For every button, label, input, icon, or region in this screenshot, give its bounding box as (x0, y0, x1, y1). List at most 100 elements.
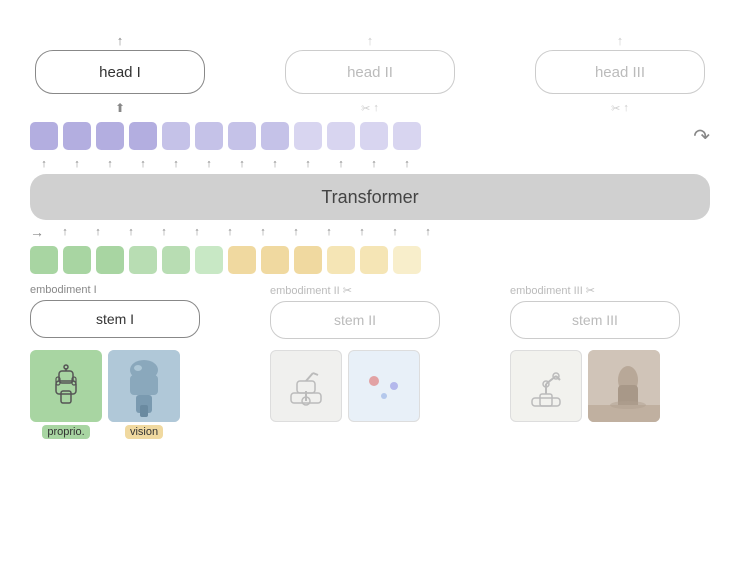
barr12: ↑ (414, 226, 442, 238)
purple-token-9 (294, 122, 322, 150)
embodiment-III-proprio-group (510, 350, 582, 422)
purple-token-11 (360, 122, 388, 150)
embodiment-III-cut: ✂ (586, 284, 595, 297)
green-token-4 (129, 246, 157, 274)
embodiment-II-proprio-group (270, 350, 342, 422)
yellow-token-4 (327, 246, 355, 274)
images-row: proprio. vision (30, 350, 710, 439)
green-token-1 (30, 246, 58, 274)
transformer-label: Transformer (321, 187, 418, 208)
green-token-6 (195, 246, 223, 274)
vision-image-group: vision (108, 350, 180, 439)
head-III-cut-symbol: ✂ (611, 102, 620, 115)
stem-I-box: stem I (30, 300, 200, 338)
stem-III-label: stem III (572, 312, 618, 328)
purple-token-4 (129, 122, 157, 150)
yellow-token-1 (228, 246, 256, 274)
below-transformer-arrows: → ↑ ↑ ↑ ↑ ↑ ↑ ↑ ↑ ↑ ↑ ↑ ↑ (30, 224, 710, 240)
barr2: ↑ (84, 226, 112, 238)
barr3: ↑ (117, 226, 145, 238)
yellow-token-3 (294, 246, 322, 274)
head-II-up-arrow: ↑ (367, 33, 374, 48)
stem-III-box: stem III (510, 301, 680, 339)
scene-icon (588, 350, 660, 422)
head-I-connector: ⬆ (115, 101, 125, 115)
purple-token-12 (393, 122, 421, 150)
proprio-label: proprio. (42, 425, 89, 439)
yellow-token-5 (360, 246, 388, 274)
embodiment-II-vision-image (348, 350, 420, 422)
barr5: ↑ (183, 226, 211, 238)
arr12: ↑ (393, 158, 421, 170)
vision-label: vision (125, 425, 163, 439)
barr9: ↑ (315, 226, 343, 238)
stem-I-label: stem I (96, 311, 134, 327)
arr1: ↑ (30, 158, 58, 170)
arr3: ↑ (96, 158, 124, 170)
stem-II-box: stem II (270, 301, 440, 339)
embodiment-III-vision-group (588, 350, 660, 422)
proprio-image-group: proprio. (30, 350, 102, 439)
head-II-group: ↑ head II (280, 33, 460, 94)
embodiment-II-label: embodiment II (270, 285, 340, 297)
barr10: ↑ (348, 226, 376, 238)
purple-token-1 (30, 122, 58, 150)
head-II-cut-symbol: ✂ (361, 102, 370, 115)
robot-photo-icon (108, 350, 180, 422)
embodiment-III-label: embodiment III (510, 285, 583, 297)
embodiment-I-group: embodiment I stem I (30, 284, 230, 338)
embodiment-II-vision-group (348, 350, 420, 422)
embodiment-I-images: proprio. vision (30, 350, 230, 439)
head-III-box: head III (535, 50, 705, 94)
green-token-3 (96, 246, 124, 274)
head-III-label: head III (595, 64, 645, 81)
arr4: ↑ (129, 158, 157, 170)
architecture-diagram: ↑ head I ↑ head II ↑ head III ⬆ (0, 0, 740, 566)
purple-token-3 (96, 122, 124, 150)
barr1: ↑ (51, 226, 79, 238)
vision-image (108, 350, 180, 422)
embodiment-II-images (270, 350, 470, 422)
dots-icon (354, 356, 414, 416)
purple-token-5 (162, 122, 190, 150)
yellow-token-6 (393, 246, 421, 274)
embodiment-III-images (510, 350, 710, 422)
embodiment-II-group: embodiment II ✂ stem II (270, 284, 470, 339)
embodiment-I-label: embodiment I (30, 284, 97, 296)
arr8: ↑ (261, 158, 289, 170)
head-II-label: head II (347, 64, 393, 81)
head-III-group: ↑ head III (530, 33, 710, 94)
arr7: ↑ (228, 158, 256, 170)
arr5: ↑ (162, 158, 190, 170)
proprio-image (30, 350, 102, 422)
embodiment-II-cut: ✂ (343, 284, 352, 297)
arr2: ↑ (63, 158, 91, 170)
purple-tokens-row: ↷ (30, 118, 710, 154)
embodiment-III-group: embodiment III ✂ stem III (510, 284, 710, 339)
head-I-box: head I (35, 50, 205, 94)
loop-arrow: ↷ (693, 124, 710, 149)
embodiment-III-vision-image (588, 350, 660, 422)
green-token-2 (63, 246, 91, 274)
yellow-token-2 (261, 246, 289, 274)
head-III-up-arrow: ↑ (617, 33, 624, 48)
robot-hand-icon (43, 363, 89, 409)
embodiment-II-proprio-image (270, 350, 342, 422)
head-III-connector: ↑ (623, 102, 629, 114)
robot-arm-III-icon (522, 362, 570, 410)
purple-token-8 (261, 122, 289, 150)
purple-token-6 (195, 122, 223, 150)
arr6: ↑ (195, 158, 223, 170)
head-connectors: ⬆ ✂ ↑ ✂ ↑ (30, 98, 710, 118)
arr10: ↑ (327, 158, 355, 170)
robot-arm-II-icon (283, 363, 329, 409)
input-arrow: → (30, 224, 44, 240)
arr9: ↑ (294, 158, 322, 170)
purple-token-7 (228, 122, 256, 150)
embodiment-stem-row: embodiment I stem I embodiment II ✂ stem… (30, 284, 710, 344)
barr7: ↑ (249, 226, 277, 238)
head-I-group: ↑ head I (30, 33, 210, 94)
head-I-up-arrow: ↑ (117, 33, 124, 48)
head-II-box: head II (285, 50, 455, 94)
above-transformer-arrows: ↑ ↑ ↑ ↑ ↑ ↑ ↑ ↑ ↑ ↑ ↑ ↑ (30, 156, 710, 172)
